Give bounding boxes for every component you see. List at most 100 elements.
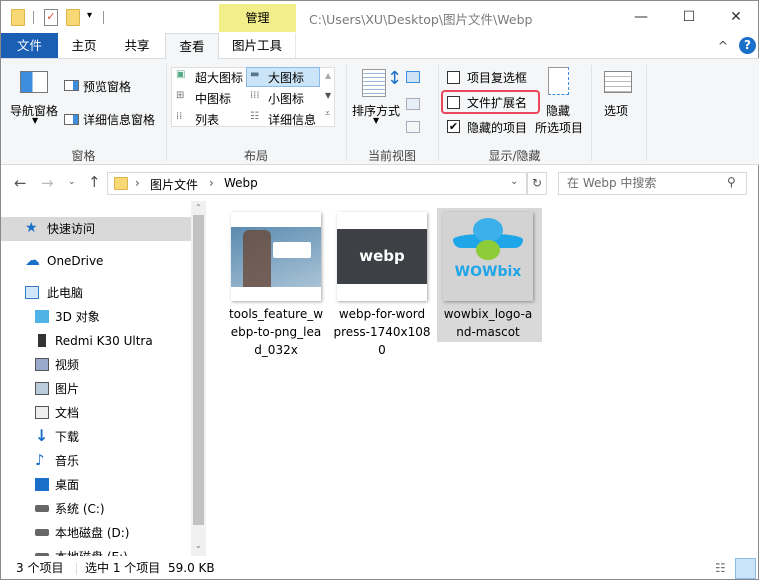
hidden-items-checkbox[interactable]: ✔ xyxy=(447,120,460,133)
address-dropdown-icon[interactable]: ⌄ xyxy=(510,176,518,187)
nav-label: 系统 (C:) xyxy=(55,502,105,516)
file-name-line: webp-for-word xyxy=(338,307,426,321)
refresh-button[interactable]: ↻ xyxy=(527,172,547,195)
group-label-current-view: 当前视图 xyxy=(367,149,416,163)
star-icon: ★ xyxy=(25,220,38,236)
forward-button[interactable]: → xyxy=(41,174,54,192)
nav-item-onedrive[interactable]: ☁ OneDrive xyxy=(1,249,191,273)
search-input[interactable]: 在 Webp 中搜索 xyxy=(558,172,747,195)
item-count: 3 个项目 xyxy=(16,561,64,575)
drive-icon xyxy=(35,505,49,512)
nav-scrollbar[interactable]: ⌃ ⌄ xyxy=(191,201,206,556)
nav-item-quick-access[interactable]: ★ 快速访问 xyxy=(1,217,191,241)
nav-item-3d-objects[interactable]: 3D 对象 xyxy=(1,305,191,329)
layout-extra-large-icons[interactable]: 超大图标 xyxy=(195,69,243,86)
hidden-items-label[interactable]: 隐藏的项目 xyxy=(467,119,527,136)
nav-item-videos[interactable]: 视频 xyxy=(1,353,191,377)
tab-home[interactable]: 主页 xyxy=(58,33,110,58)
nav-label: 下载 xyxy=(55,430,80,444)
minimize-button[interactable]: — xyxy=(618,5,664,29)
nav-item-downloads[interactable]: ↓ 下载 xyxy=(1,425,191,449)
gallery-expand[interactable]: ⩡ xyxy=(325,109,330,119)
nav-item-music[interactable]: ♪ 音乐 xyxy=(1,449,191,473)
tab-file[interactable]: 文件 xyxy=(1,33,58,58)
download-icon: ↓ xyxy=(35,426,49,445)
file-extensions-label[interactable]: 文件扩展名 xyxy=(467,94,527,111)
group-label-show-hide: 显示/隐藏 xyxy=(488,149,541,163)
gallery-scroll-up[interactable]: ▲ xyxy=(325,71,331,80)
breadcrumb-item[interactable]: 图片文件 xyxy=(150,176,198,193)
scroll-down-icon[interactable]: ⌄ xyxy=(195,541,202,550)
back-button[interactable]: ← xyxy=(14,174,27,192)
nav-item-phone[interactable]: Redmi K30 Ultra xyxy=(1,329,191,353)
hide-selected-button-line2[interactable]: 所选项目 xyxy=(535,119,583,136)
details-view-button[interactable]: ☷ xyxy=(715,556,726,581)
file-name[interactable]: webp-for-word press-1740x108 0 xyxy=(330,305,434,359)
scroll-up-icon[interactable]: ⌃ xyxy=(195,203,202,212)
address-bar[interactable]: › 图片文件 › Webp ⌄ xyxy=(107,172,527,195)
file-thumbnail[interactable] xyxy=(231,212,321,301)
large-icons-icon: ▬ xyxy=(250,69,260,80)
group-label-panes: 窗格 xyxy=(71,149,96,163)
file-name[interactable]: tools_feature_w ebp-to-png_lea d_032x xyxy=(224,305,328,359)
search-icon: ⚲ xyxy=(727,175,736,189)
size-columns-icon[interactable] xyxy=(406,121,420,133)
file-name-line: nd-mascot xyxy=(456,325,520,339)
cube-icon xyxy=(35,310,49,323)
window-title-path: C:\Users\XU\Desktop\图片文件\Webp xyxy=(309,12,533,27)
help-button[interactable]: ? xyxy=(739,37,756,54)
add-columns-icon[interactable] xyxy=(406,98,420,110)
manage-context-tab[interactable]: 管理 xyxy=(219,4,296,32)
customize-quick-access-icon[interactable]: ▾ xyxy=(87,10,92,21)
item-checkboxes-label[interactable]: 项目复选框 xyxy=(467,69,527,86)
small-icons-icon: ⁞⁞⁞ xyxy=(250,90,260,101)
properties-icon[interactable]: ✓ xyxy=(44,9,58,26)
nav-item-drive-e[interactable]: 本地磁盘 (E:) xyxy=(1,545,191,556)
details-pane-button[interactable]: 详细信息窗格 xyxy=(83,111,155,128)
file-extensions-checkbox[interactable] xyxy=(447,96,460,109)
gallery-scroll-down[interactable]: ▼ xyxy=(325,91,331,100)
item-checkboxes-checkbox[interactable] xyxy=(447,71,460,84)
layout-small-icons[interactable]: 小图标 xyxy=(268,90,304,107)
scrollbar-thumb[interactable] xyxy=(193,215,204,525)
nav-item-drive-c[interactable]: 系统 (C:) xyxy=(1,497,191,521)
nav-item-pictures[interactable]: 图片 xyxy=(1,377,191,401)
details-icon: ☷ xyxy=(250,111,259,122)
up-button[interactable]: ↑ xyxy=(88,173,101,191)
large-icons-view-button[interactable] xyxy=(735,558,756,579)
file-thumbnail[interactable]: webp xyxy=(337,212,427,301)
nav-item-drive-d[interactable]: 本地磁盘 (D:) xyxy=(1,521,191,545)
layout-list[interactable]: 列表 xyxy=(195,111,219,128)
file-name-line: press-1740x108 xyxy=(333,325,431,339)
layout-details[interactable]: 详细信息 xyxy=(268,111,316,128)
preview-pane-button[interactable]: 预览窗格 xyxy=(83,78,131,95)
tab-view[interactable]: 查看 xyxy=(165,33,219,59)
group-by-icon[interactable] xyxy=(406,71,420,83)
file-thumbnail[interactable]: WOWbix xyxy=(443,212,533,301)
tab-picture-tools[interactable]: 图片工具 xyxy=(219,33,296,58)
file-name-line: wowbix_logo-a xyxy=(443,307,533,321)
nav-item-this-pc[interactable]: 此电脑 xyxy=(1,281,191,305)
nav-item-documents[interactable]: 文档 xyxy=(1,401,191,425)
desktop-icon xyxy=(35,478,49,491)
divider xyxy=(103,11,104,24)
hide-selected-button-line1[interactable]: 隐藏 xyxy=(546,102,570,119)
options-button[interactable]: 选项 xyxy=(604,102,628,119)
phone-mockup-image xyxy=(243,230,271,287)
sort-icon xyxy=(362,69,386,97)
file-name[interactable]: wowbix_logo-a nd-mascot xyxy=(436,305,540,341)
sort-arrow-icon: ↕ xyxy=(387,68,403,89)
recent-locations-button[interactable]: ⌄ xyxy=(68,177,76,187)
new-folder-icon[interactable] xyxy=(66,9,80,26)
nav-item-desktop[interactable]: 桌面 xyxy=(1,473,191,497)
maximize-button[interactable]: ☐ xyxy=(666,5,712,29)
breadcrumb-item[interactable]: Webp xyxy=(224,176,258,190)
nav-label: 视频 xyxy=(55,358,80,372)
layout-medium-icons[interactable]: 中图标 xyxy=(195,90,231,107)
layout-large-icons[interactable]: 大图标 xyxy=(268,69,304,86)
collapse-ribbon-button[interactable]: ^ xyxy=(714,33,732,58)
group-label-layout: 布局 xyxy=(243,149,268,163)
nav-label: 文档 xyxy=(55,406,80,420)
tab-share[interactable]: 共享 xyxy=(110,33,164,58)
close-button[interactable]: ✕ xyxy=(713,5,759,29)
